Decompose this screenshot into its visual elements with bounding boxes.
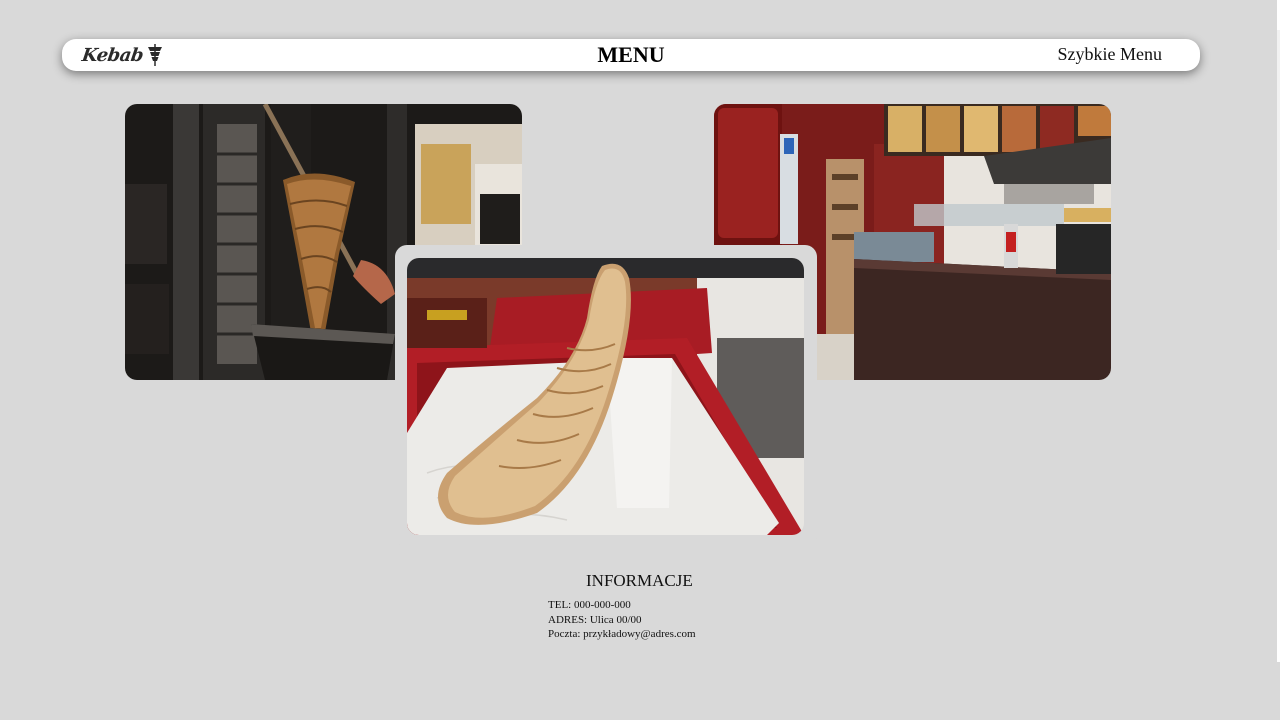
quick-menu-link[interactable]: Szybkie Menu xyxy=(1058,44,1162,65)
info-heading: INFORMACJE xyxy=(586,571,693,590)
page: Kebab MENU Szybkie Menu INFORMACJE TEL: … xyxy=(0,0,1280,720)
address-text: ADRES: Ulica 00/00 xyxy=(548,613,642,626)
phone-text: TEL: 000-000-000 xyxy=(548,599,631,611)
page-title: MENU xyxy=(597,42,665,67)
wrap-on-tray-image xyxy=(407,258,804,535)
contact-info: TEL: 000-000-000 ADRES: Ulica 00/00 Pocz… xyxy=(548,598,696,642)
logo-text: Kebab xyxy=(80,44,145,66)
email-text: Poczta: przykładowy@adres.com xyxy=(548,628,696,640)
top-navbar: Kebab MENU Szybkie Menu xyxy=(62,39,1200,71)
kebab-spit-icon xyxy=(148,44,163,66)
photo-wrap-on-tray xyxy=(407,258,804,535)
logo[interactable]: Kebab xyxy=(80,41,168,69)
